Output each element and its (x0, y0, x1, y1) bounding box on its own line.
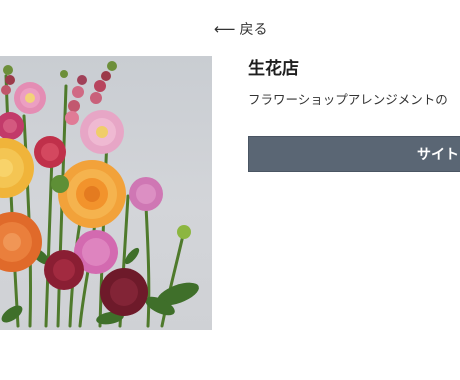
page: ⟵ 戻る 生花店 フラワーショップアレンジメントの サイト (0, 0, 460, 380)
back-arrow-icon: ⟵ (214, 19, 236, 38)
flower-photo (0, 56, 212, 330)
back-label: 戻る (239, 22, 268, 38)
flower-arrangement-image (0, 61, 199, 328)
shop-description: フラワーショップアレンジメントの (248, 92, 448, 107)
visit-site-button[interactable]: サイト (248, 136, 460, 172)
shop-title: 生花店 (248, 59, 299, 79)
back-link[interactable]: ⟵ 戻る (214, 19, 268, 39)
